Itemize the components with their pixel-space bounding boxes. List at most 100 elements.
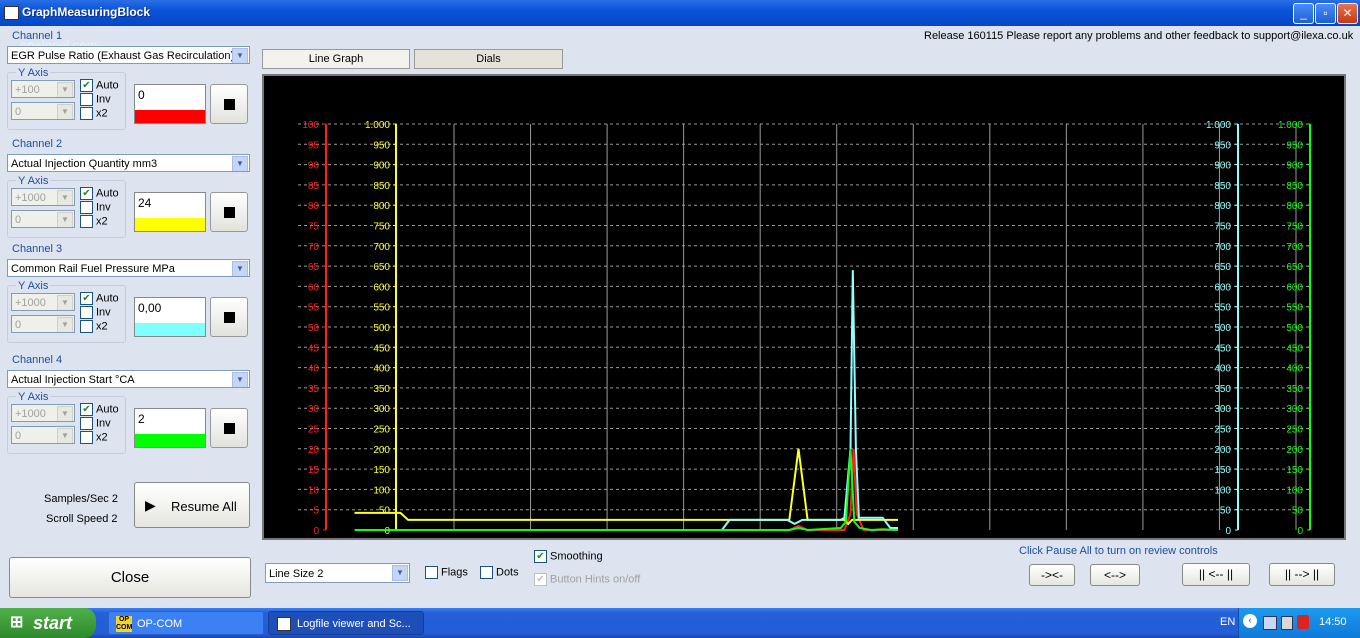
- x2-checkbox[interactable]: x2: [80, 431, 108, 444]
- y-tick-label: 750: [1286, 222, 1303, 233]
- y-tick-label: 10: [308, 485, 320, 496]
- inv-checkbox[interactable]: Inv: [80, 201, 111, 214]
- y-tick-label: 35: [308, 384, 320, 395]
- review-back-button[interactable]: || <-- ||: [1182, 563, 1250, 586]
- language-indicator[interactable]: EN: [1220, 616, 1235, 628]
- review-center-button[interactable]: -><-: [1029, 564, 1075, 586]
- y-tick-label: 500: [373, 323, 390, 334]
- checkbox-box: [80, 320, 93, 333]
- channel-stop-button[interactable]: [210, 408, 248, 448]
- x2-checkbox[interactable]: x2: [80, 215, 108, 228]
- channel-color-swatch: [135, 110, 205, 123]
- auto-checkbox[interactable]: ✔ Auto: [80, 187, 119, 200]
- channel-select[interactable]: Common Rail Fuel Pressure MPa ▼: [7, 259, 250, 277]
- x-tick-label: 30: [448, 537, 460, 538]
- y-tick-label: 90: [308, 161, 320, 172]
- y-max-value: +1000: [15, 297, 46, 309]
- x2-checkbox[interactable]: x2: [80, 320, 108, 333]
- flags-checkbox[interactable]: Flags: [425, 566, 468, 579]
- resume-all-button[interactable]: ▶ Resume All: [134, 482, 250, 528]
- channel-stop-button[interactable]: [210, 192, 248, 232]
- channel-value-box: 0: [134, 84, 206, 124]
- y-min-select[interactable]: 0 ▼: [11, 102, 75, 120]
- channel-select[interactable]: Actual Injection Quantity mm3 ▼: [7, 154, 250, 172]
- inv-checkbox[interactable]: Inv: [80, 93, 111, 106]
- y-min-select[interactable]: 0 ▼: [11, 315, 75, 333]
- checkbox-box: [80, 107, 93, 120]
- y-tick-label: 0: [313, 526, 319, 537]
- y-min-select[interactable]: 0 ▼: [11, 210, 75, 228]
- task-label: Logfile viewer and Sc...: [297, 618, 411, 630]
- y-tick-label: 700: [1286, 242, 1303, 253]
- smoothing-checkbox[interactable]: ✔ Smoothing: [534, 550, 603, 563]
- usb-icon[interactable]: [1281, 616, 1293, 630]
- channel-select-value: Actual Injection Start °CA: [11, 374, 135, 386]
- channel-stop-button[interactable]: [210, 84, 248, 124]
- x-tick-label: 90: [907, 537, 919, 538]
- chevron-down-icon: ▼: [57, 212, 73, 227]
- checkmark-icon: ✔: [80, 403, 93, 416]
- x2-label: x2: [96, 320, 108, 333]
- y-tick-label: 20: [308, 445, 320, 456]
- y-max-select[interactable]: +100 ▼: [11, 80, 75, 98]
- x-tick-label: 50: [601, 537, 613, 538]
- y-axis-label: Y Axis: [16, 391, 51, 403]
- smoothing-label: Smoothing: [550, 550, 603, 563]
- button-hints-checkbox[interactable]: ✔ Button Hints on/off: [534, 573, 640, 586]
- task-label: OP-COM: [137, 618, 183, 630]
- channel-value: 2: [138, 412, 145, 426]
- checkmark-icon: ✔: [80, 292, 93, 305]
- y-tick-label: 45: [308, 343, 320, 354]
- maximize-button[interactable]: ▫: [1315, 3, 1336, 24]
- y-max-select[interactable]: +1000 ▼: [11, 188, 75, 206]
- channel-select[interactable]: Actual Injection Start °CA ▼: [7, 370, 250, 388]
- stop-icon: [224, 99, 235, 110]
- auto-checkbox[interactable]: ✔ Auto: [80, 292, 119, 305]
- task-opcom[interactable]: OP COM OP-COM: [108, 611, 264, 635]
- channel-stop-button[interactable]: [210, 297, 248, 337]
- y-tick-label: 900: [1286, 161, 1303, 172]
- x2-checkbox[interactable]: x2: [80, 107, 108, 120]
- task-logfile-viewer[interactable]: Logfile viewer and Sc...: [268, 611, 424, 635]
- y-tick-label: 650: [1286, 262, 1303, 273]
- minimize-button[interactable]: _: [1293, 3, 1314, 24]
- button-hints-label: Button Hints on/off: [550, 573, 641, 586]
- x2-label: x2: [96, 215, 108, 228]
- inv-checkbox[interactable]: Inv: [80, 417, 111, 430]
- channel-label: Channel 2: [12, 138, 63, 150]
- auto-label: Auto: [96, 292, 119, 305]
- channel-select[interactable]: EGR Pulse Ratio (Exhaust Gas Recirculati…: [7, 46, 250, 64]
- tab-dials[interactable]: Dials: [414, 49, 563, 69]
- y-tick-label: 200: [1286, 445, 1303, 456]
- y-min-select[interactable]: 0 ▼: [11, 426, 75, 444]
- y-tick-label: 50: [379, 506, 391, 517]
- network-icon[interactable]: [1263, 616, 1277, 630]
- y-max-select[interactable]: +1000 ▼: [11, 293, 75, 311]
- windows-logo-icon: ⊞: [10, 614, 24, 631]
- channel-value-box: 2: [134, 408, 206, 448]
- samples-per-sec: Samples/Sec 2: [44, 493, 118, 505]
- dots-checkbox[interactable]: Dots: [480, 566, 519, 579]
- y-tick-label: 550: [373, 303, 390, 314]
- y-tick-label: 150: [373, 465, 390, 476]
- y-tick-label: 600: [1286, 282, 1303, 293]
- review-forward-button[interactable]: || --> ||: [1269, 563, 1335, 586]
- close-button[interactable]: Close: [9, 557, 251, 598]
- security-shield-icon[interactable]: [1297, 615, 1309, 629]
- start-button[interactable]: ⊞ start: [0, 608, 96, 638]
- line-size-select[interactable]: Line Size 2 ▼: [265, 563, 410, 583]
- tab-line-graph[interactable]: Line Graph: [262, 49, 410, 69]
- chevron-left-icon[interactable]: ‹: [1243, 614, 1257, 628]
- x-tick-label: 110: [1058, 537, 1076, 538]
- y-tick-label: 300: [1286, 404, 1303, 415]
- y-tick-label: 950: [1286, 140, 1303, 151]
- inv-checkbox[interactable]: Inv: [80, 306, 111, 319]
- auto-checkbox[interactable]: ✔ Auto: [80, 403, 119, 416]
- y-max-select[interactable]: +1000 ▼: [11, 404, 75, 422]
- review-expand-button[interactable]: <-->: [1090, 564, 1140, 586]
- y-tick-label: 60: [308, 282, 320, 293]
- auto-checkbox[interactable]: ✔ Auto: [80, 79, 119, 92]
- close-window-button[interactable]: ✕: [1337, 3, 1358, 24]
- chevron-down-icon: ▼: [57, 317, 73, 332]
- stop-icon: [224, 423, 235, 434]
